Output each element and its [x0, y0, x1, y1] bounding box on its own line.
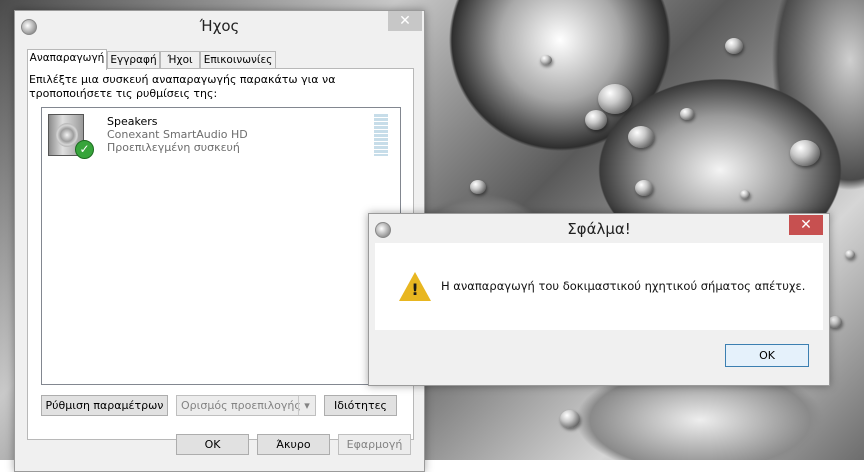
- warning-mark: !: [411, 280, 419, 299]
- water-drop: [635, 180, 653, 196]
- warning-icon: !: [399, 272, 433, 304]
- water-drop: [628, 126, 654, 148]
- sound-window-title: Ήχος: [199, 17, 240, 35]
- water-drop: [680, 108, 694, 120]
- error-title: Σφάλμα!: [567, 220, 631, 238]
- close-button[interactable]: ✕: [388, 11, 422, 31]
- water-drop: [845, 250, 855, 259]
- device-list[interactable]: ✓ Speakers Conexant SmartAudio HD Προεπι…: [41, 107, 401, 385]
- water-drop: [740, 190, 750, 199]
- water-drop: [725, 38, 743, 54]
- set-default-label: Ορισμός προεπιλογής: [181, 399, 301, 412]
- water-drop: [540, 55, 552, 65]
- device-name: Speakers: [107, 115, 158, 128]
- close-button[interactable]: ✕: [789, 215, 823, 235]
- instruction-text: Επιλέξτε μια συσκευή αναπαραγωγής παρακά…: [29, 73, 336, 100]
- water-drop: [585, 110, 607, 130]
- device-driver: Conexant SmartAudio HD: [107, 128, 248, 141]
- error-body: ! Η αναπαραγωγή του δοκιμαστικού ηχητικο…: [375, 243, 823, 330]
- water-drop: [790, 140, 820, 166]
- sound-window: Ήχος ✕ Αναπαραγωγή Εγγραφή Ήχοι Επικοινω…: [14, 10, 425, 472]
- set-default-button[interactable]: Ορισμός προεπιλογής ▾: [176, 395, 316, 416]
- error-titlebar[interactable]: Σφάλμα! ✕: [369, 214, 829, 244]
- volume-meter: [374, 114, 388, 156]
- properties-button[interactable]: Ιδιότητες: [324, 395, 397, 416]
- water-drop: [598, 84, 632, 114]
- list-item[interactable]: ✓ Speakers Conexant SmartAudio HD Προεπι…: [43, 109, 399, 161]
- tab-recording[interactable]: Εγγραφή: [107, 51, 160, 69]
- error-message: Η αναπαραγωγή του δοκιμαστικού ηχητικού …: [441, 279, 806, 293]
- error-dialog: Σφάλμα! ✕ ! Η αναπαραγωγή του δοκιμαστικ…: [368, 213, 830, 386]
- check-icon: ✓: [75, 140, 94, 159]
- tab-playback[interactable]: Αναπαραγωγή: [27, 49, 107, 70]
- configure-button[interactable]: Ρύθμιση παραμέτρων: [41, 395, 168, 416]
- device-status: Προεπιλεγμένη συσκευή: [107, 141, 240, 154]
- tab-communications[interactable]: Επικοινωνίες: [200, 51, 276, 69]
- water-drop: [470, 180, 486, 194]
- speaker-icon: ✓: [46, 112, 94, 159]
- ok-button[interactable]: ΟΚ: [176, 434, 249, 455]
- apply-button[interactable]: Εφαρμογή: [338, 434, 411, 455]
- chevron-down-icon[interactable]: ▾: [298, 396, 315, 415]
- sound-titlebar[interactable]: Ήχος ✕: [15, 11, 424, 41]
- water-drop: [828, 316, 842, 328]
- cancel-button[interactable]: Άκυρο: [257, 434, 330, 455]
- error-footer: ΟΚ: [375, 330, 823, 380]
- ok-button[interactable]: ΟΚ: [725, 344, 809, 367]
- tab-sounds[interactable]: Ήχοι: [160, 51, 200, 69]
- water-drop: [560, 410, 580, 428]
